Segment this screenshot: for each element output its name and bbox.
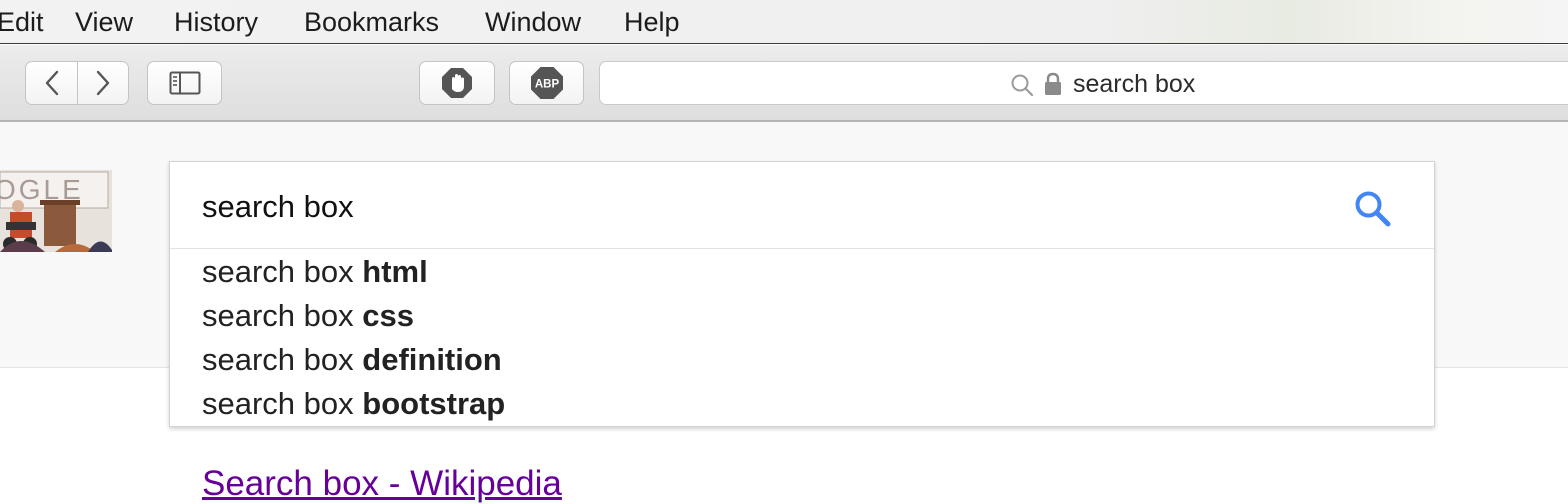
suggestion-prefix: search box <box>202 342 363 377</box>
result-title-link[interactable]: Search box - Wikipedia <box>202 464 562 504</box>
adblock-icon: ABP <box>530 67 563 99</box>
lock-icon <box>1045 72 1061 95</box>
suggestion-prefix: search box <box>202 386 363 421</box>
suggestion-completion: definition <box>362 342 502 377</box>
magnifier-icon <box>1011 74 1034 97</box>
search-query-text: search box <box>202 189 354 224</box>
address-bar[interactable]: search box <box>599 61 1568 105</box>
sidebar-icon <box>169 71 200 95</box>
suggestion-item[interactable]: search box html <box>170 250 1434 294</box>
extension-stop-button[interactable] <box>419 61 495 105</box>
search-input[interactable]: search box <box>170 162 1434 249</box>
adblock-label: ABP <box>534 79 559 91</box>
suggestion-item[interactable]: search box css <box>170 294 1434 338</box>
hand-stop-icon <box>442 68 472 98</box>
sidebar-button[interactable] <box>147 61 222 105</box>
menu-help[interactable]: Help <box>624 5 680 39</box>
forward-button[interactable] <box>77 61 129 105</box>
suggestion-completion: css <box>362 298 414 333</box>
adblock-button[interactable]: ABP <box>509 61 584 105</box>
suggestion-item[interactable]: search box bootstrap <box>170 382 1434 426</box>
menu-window[interactable]: Window <box>485 5 581 39</box>
menu-edit[interactable]: Edit <box>0 5 44 39</box>
suggestion-item[interactable]: search box definition <box>170 338 1434 382</box>
search-box: search box search box html search box cs… <box>169 161 1435 427</box>
menu-view[interactable]: View <box>75 5 133 39</box>
google-doodle-logo[interactable]: OGLE <box>0 170 112 252</box>
menu-history[interactable]: History <box>174 5 258 39</box>
search-icon[interactable] <box>1353 189 1393 229</box>
chevron-left-icon <box>45 70 58 96</box>
suggestion-prefix: search box <box>202 298 363 333</box>
back-button[interactable] <box>25 61 78 105</box>
browser-toolbar: ABP search box <box>0 45 1568 122</box>
menu-bookmarks[interactable]: Bookmarks <box>304 5 439 39</box>
suggestion-completion: bootstrap <box>362 386 506 421</box>
menu-bar: Edit View History Bookmarks Window Help <box>0 0 1568 44</box>
address-text: search box <box>1073 70 1196 98</box>
suggestion-prefix: search box <box>202 254 363 289</box>
chevron-right-icon <box>96 70 110 96</box>
suggestion-completion: html <box>362 254 428 289</box>
